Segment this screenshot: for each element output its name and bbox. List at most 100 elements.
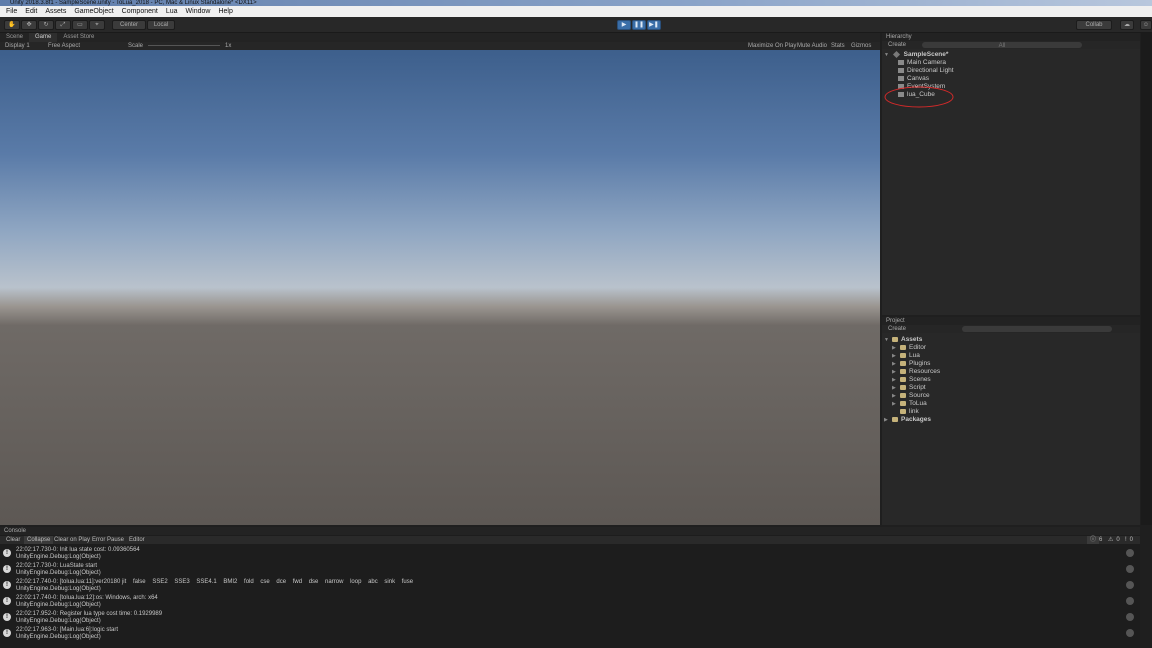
project-title: Project [886,318,905,324]
folder-item[interactable]: ▶ Lua [882,352,1140,360]
collapse-arrow-icon[interactable]: ▶ [892,400,900,408]
tab-asset-store[interactable]: Asset Store [57,33,100,42]
assets-root-row[interactable]: ▼ Assets [882,336,1140,344]
console-tab[interactable]: Console [0,527,1140,535]
console-editor-dropdown[interactable]: Editor [126,536,148,544]
mute-audio-toggle[interactable]: Mute Audio [797,42,827,50]
console-clear-button[interactable]: Clear [3,536,23,544]
folder-icon [892,416,898,422]
hierarchy-search[interactable]: All [922,42,1082,49]
folder-label: Source [909,392,930,399]
menu-gameobject[interactable]: GameObject [71,8,118,15]
folder-item[interactable]: ▶ Editor [882,344,1140,352]
transform-tool-icon[interactable]: ⌖ [89,20,105,30]
step-icon[interactable]: ▶❚ [647,20,661,30]
folder-label: Script [909,384,926,391]
tab-scene[interactable]: Scene [0,33,29,42]
info-icon: ! [3,581,11,589]
collab-button[interactable]: Collab [1076,20,1112,30]
collapse-arrow-icon[interactable]: ▶ [892,368,900,376]
log-stack: UnityEngine.Debug:Log(Object) [16,586,101,592]
console-error-pause-button[interactable]: Error Pause [89,536,127,544]
space-toggle[interactable]: Local [147,20,175,30]
hand-tool-icon[interactable]: ✋ [4,20,20,30]
console-collapse-button[interactable]: Collapse [24,536,54,544]
project-create-button[interactable]: Create [888,326,906,332]
hierarchy-create-button[interactable]: Create [888,42,906,48]
folder-item[interactable]: ▶ Plugins [882,360,1140,368]
collapse-arrow-icon[interactable]: ▶ [892,360,900,368]
hierarchy-item[interactable]: Canvas [882,75,1140,83]
menu-help[interactable]: Help [215,8,237,15]
tab-game[interactable]: Game [29,33,58,42]
hierarchy-title: Hierarchy [886,34,912,40]
hierarchy-item[interactable]: Main Camera [882,59,1140,67]
maximize-on-play-toggle[interactable]: Maximize On Play [748,42,796,50]
console-clear-on-play-button[interactable]: Clear on Play [51,536,93,544]
log-stack: UnityEngine.Debug:Log(Object) [16,618,101,624]
info-count-badge[interactable]: ⓘ 6 [1087,536,1102,544]
collapse-arrow-icon[interactable]: ▶ [892,384,900,392]
cloud-icon[interactable]: ☁ [1120,20,1134,30]
log-entry[interactable]: ! 22:02:17.730-0: Init lua state cost: 0.… [0,546,1140,562]
hierarchy-panel: Hierarchy Create All ▼ SampleScene* Main… [882,33,1140,315]
folder-icon [900,392,906,398]
log-message: 22:02:17.730-0: LuaState start [16,563,98,569]
rotate-tool-icon[interactable]: ↻ [38,20,54,30]
menu-window[interactable]: Window [183,8,216,15]
collapse-arrow-icon[interactable]: ▶ [892,352,900,360]
scale-tool-icon[interactable]: ⤢ [55,20,71,30]
packages-row[interactable]: ▶ Packages [882,416,1140,424]
project-tab[interactable]: Project [882,317,1140,325]
rect-tool-icon[interactable]: ▭ [72,20,88,30]
log-entry[interactable]: ! 22:02:17.740-0: [tolua.lua:12]:os: Wind… [0,594,1140,610]
scene-row[interactable]: ▼ SampleScene* [882,50,1140,59]
folder-item[interactable]: ▶ Scenes [882,376,1140,384]
log-stack: UnityEngine.Debug:Log(Object) [16,602,101,608]
folder-label: Lua [909,352,920,359]
hierarchy-tab[interactable]: Hierarchy [882,33,1140,41]
display-select[interactable]: Display 1 [5,42,30,50]
game-viewport[interactable] [0,50,880,525]
log-count-badge [1126,581,1134,589]
expand-arrow-icon[interactable]: ▼ [884,51,892,59]
unity-scene-icon [892,50,900,58]
error-count-badge[interactable]: ! 0 [1122,536,1133,544]
folder-item[interactable]: ▶ Source [882,392,1140,400]
info-icon: ! [3,613,11,621]
menu-lua[interactable]: Lua [163,8,183,15]
move-tool-icon[interactable]: ✥ [21,20,37,30]
account-button[interactable]: ☺ [1140,20,1152,30]
menu-file[interactable]: File [3,8,22,15]
play-icon[interactable]: ▶ [617,20,631,30]
red-annotation-circle [884,86,954,108]
collapse-arrow-icon[interactable]: ▶ [892,344,900,352]
folder-label: ToLua [909,400,927,407]
warning-count-badge[interactable]: ⚠ 0 [1105,536,1120,544]
menu-component[interactable]: Component [119,8,163,15]
inspector-collapsed-strip[interactable] [1141,33,1152,525]
pivot-toggle[interactable]: Center [112,20,146,30]
log-entry[interactable]: ! 22:02:17.963-0: [Main.lua:6]:logic star… [0,626,1140,642]
folder-item[interactable]: ▶ Resources [882,368,1140,376]
project-search[interactable] [962,326,1112,332]
stats-toggle[interactable]: Stats [831,42,845,50]
log-entry[interactable]: ! 22:02:17.740-0: [tolua.lua:11]:ver20180… [0,578,1140,594]
collapse-arrow-icon[interactable]: ▶ [884,416,892,424]
log-entry[interactable]: ! 22:02:17.952-0: Register lua type cost … [0,610,1140,626]
folder-item[interactable]: link [882,408,1140,416]
folder-item[interactable]: ▶ Script [882,384,1140,392]
folder-item[interactable]: ▶ ToLua [882,400,1140,408]
collapse-arrow-icon[interactable]: ▶ [892,376,900,384]
menu-edit[interactable]: Edit [22,8,42,15]
expand-arrow-icon[interactable]: ▼ [884,336,892,344]
hierarchy-item[interactable]: Directional Light [882,67,1140,75]
log-entry[interactable]: ! 22:02:17.730-0: LuaState start UnityEngi… [0,562,1140,578]
log-count-badge [1126,597,1134,605]
collapse-arrow-icon[interactable]: ▶ [892,392,900,400]
scale-slider[interactable] [148,45,220,46]
aspect-select[interactable]: Free Aspect [48,42,80,50]
pause-icon[interactable]: ❚❚ [632,20,646,30]
gizmos-dropdown[interactable]: Gizmos [851,42,871,50]
menu-assets[interactable]: Assets [42,8,71,15]
